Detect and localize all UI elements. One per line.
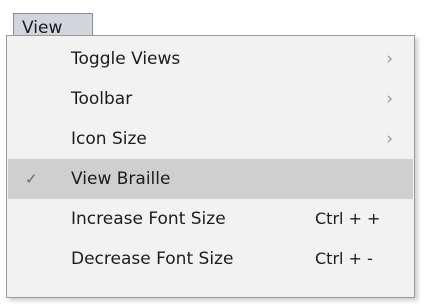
menu-item-label: Toggle Views [71,49,181,69]
shortcut-label: Ctrl + + [315,209,381,228]
menu-item-icon-size[interactable]: Icon Size › [8,119,413,159]
menu-item-view-braille[interactable]: ✓ View Braille [8,159,413,199]
menu-item-toggle-views[interactable]: Toggle Views › [8,39,413,79]
chevron-right-icon: › [386,49,393,69]
menu-item-label: Decrease Font Size [71,249,234,269]
menu-item-label: View Braille [71,169,171,189]
menu-item-increase-font-size[interactable]: Increase Font Size Ctrl + + [8,199,413,239]
checkmark-icon: ✓ [25,170,38,188]
chevron-right-icon: › [386,89,393,109]
menu-item-label: Increase Font Size [71,209,226,229]
menu-item-decrease-font-size[interactable]: Decrease Font Size Ctrl + - [8,239,413,279]
menu-item-toolbar[interactable]: Toolbar › [8,79,413,119]
menu-item-label: Toolbar [71,89,133,109]
menu-item-label: Icon Size [71,129,147,149]
chevron-right-icon: › [386,129,393,149]
shortcut-label: Ctrl + - [315,249,373,268]
view-dropdown-menu: Toggle Views › Toolbar › Icon Size › ✓ V… [6,35,415,298]
